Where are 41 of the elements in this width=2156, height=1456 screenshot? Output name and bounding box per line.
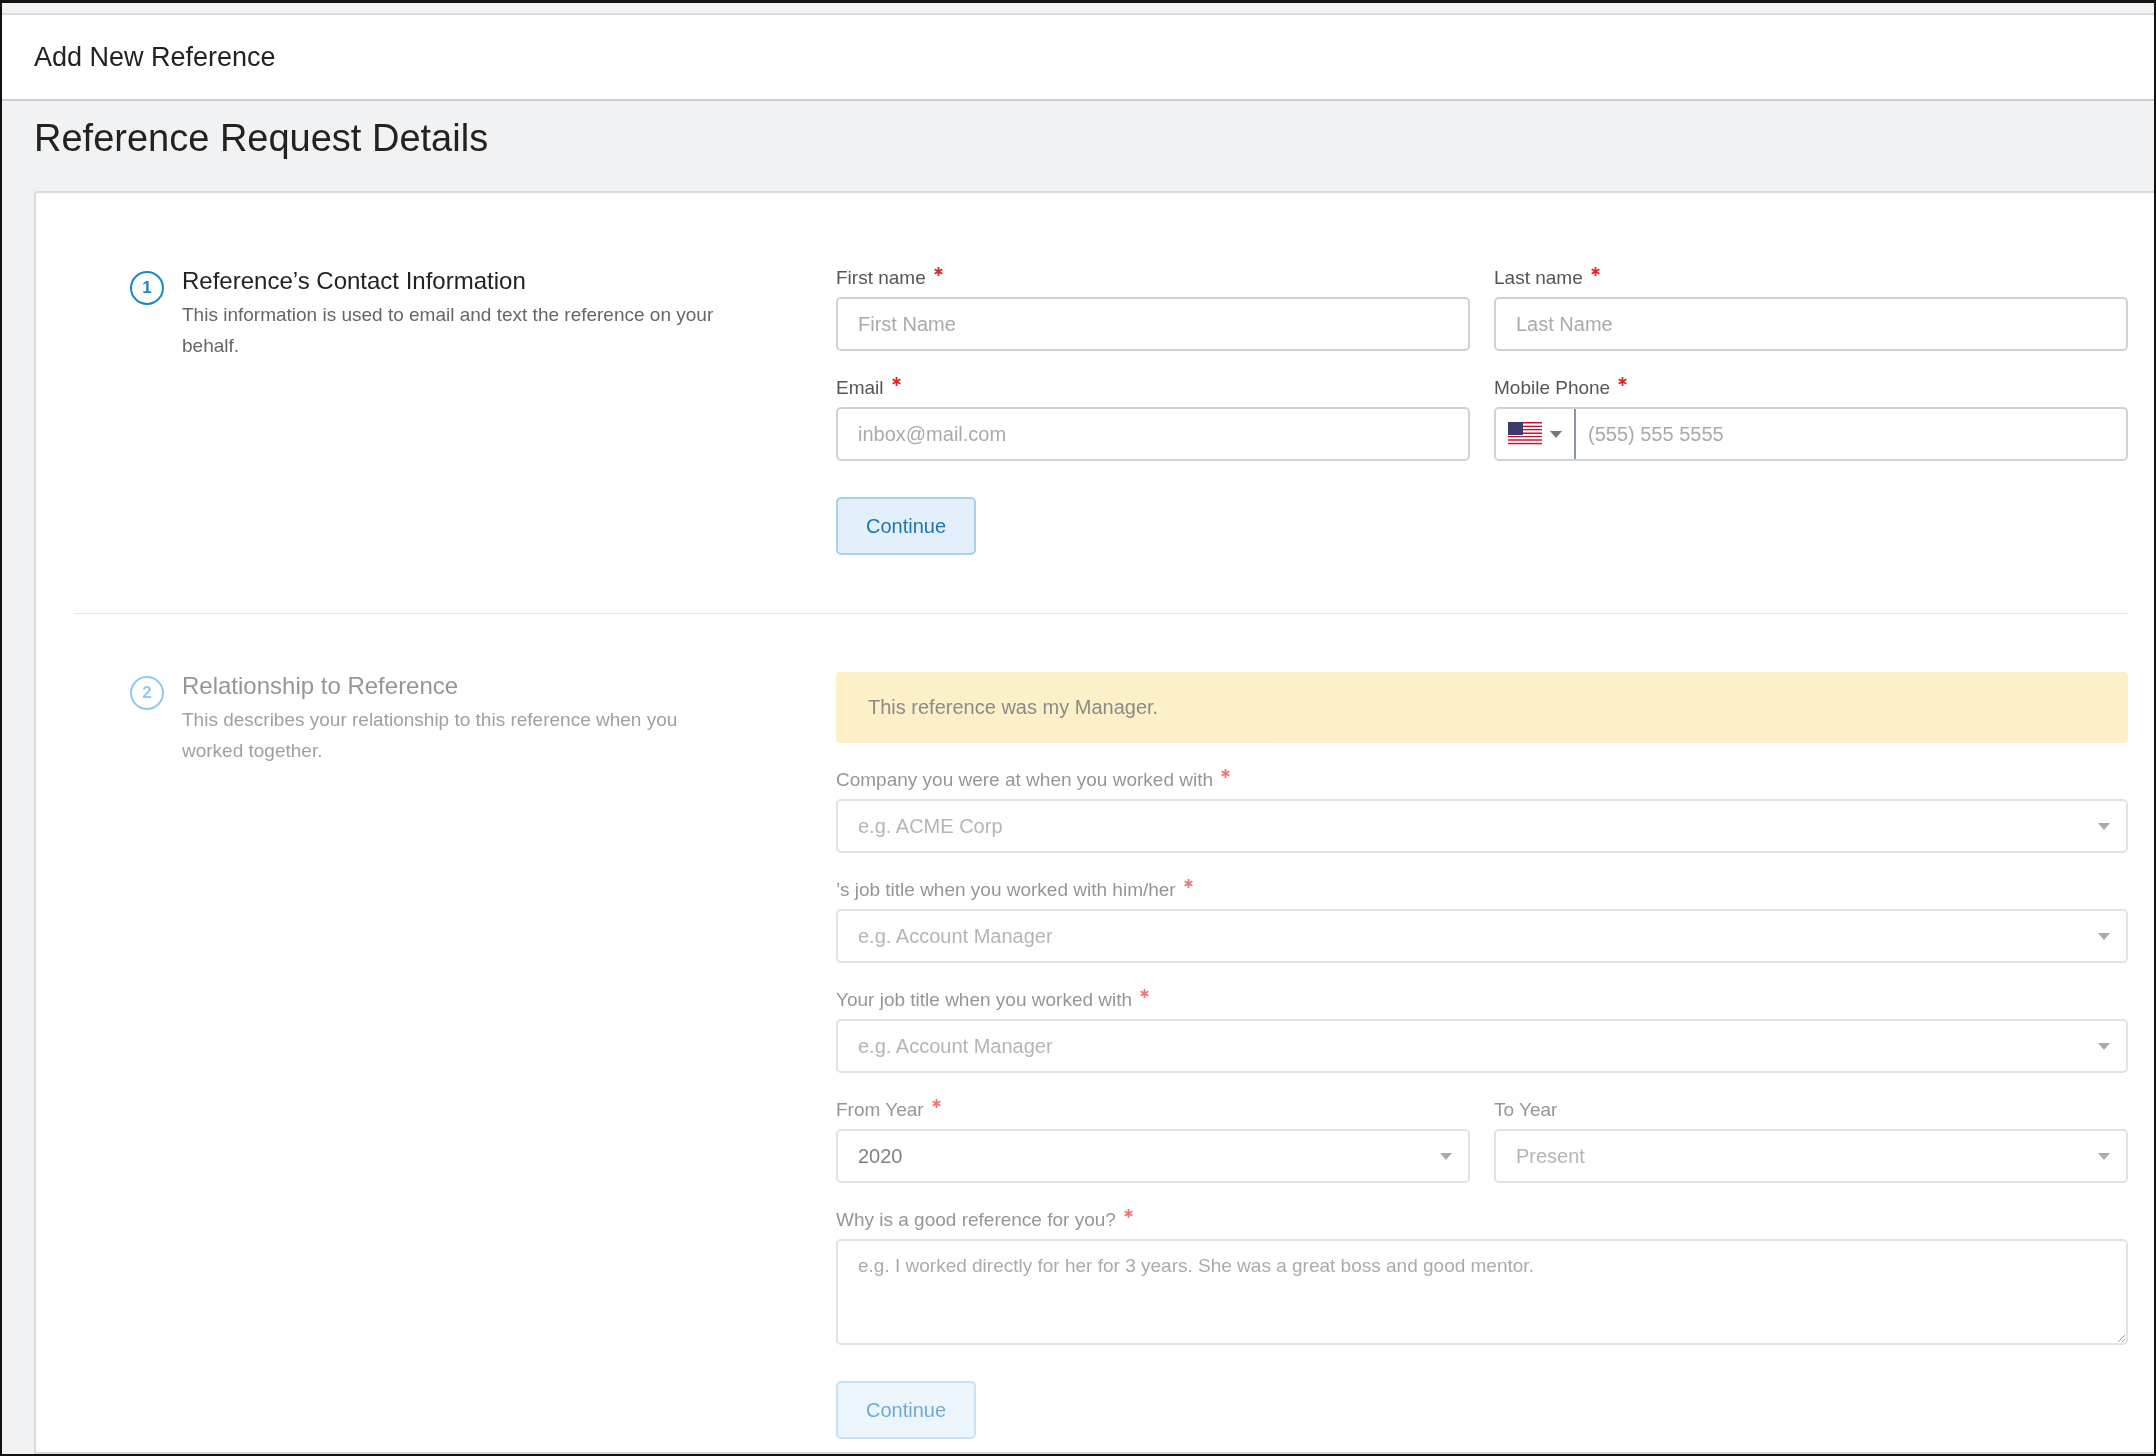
- field-label: Last name: [1494, 267, 1583, 289]
- required-icon: [1590, 267, 1600, 276]
- text-field[interactable]: inbox@mail.com: [836, 407, 1470, 461]
- section-description: This describes your relationship to this reference when you worked together.: [182, 708, 679, 763]
- caret-icon: [2098, 932, 2110, 940]
- field-label: Email: [836, 377, 884, 399]
- required-icon: [931, 1099, 941, 1108]
- header-title: Add New Reference: [34, 41, 276, 73]
- field-label: First name: [836, 267, 926, 289]
- step-number: 1: [130, 271, 164, 305]
- section-description: This information is used to email and text the reference on your behalf.: [182, 303, 715, 358]
- caret-icon: [1550, 430, 1562, 438]
- field-label: Company you were at when you worked with: [836, 769, 1214, 791]
- section-title: Relationship to Reference: [182, 672, 460, 700]
- field-label: ’s job title when you worked with him/her: [836, 879, 1176, 901]
- field-label: Your job title when you worked with: [836, 989, 1133, 1011]
- required-icon: [933, 267, 943, 276]
- field-label: From Year: [836, 1099, 924, 1121]
- field-label: Why is a good reference for you?: [836, 1209, 1116, 1231]
- step-number: 2: [130, 676, 164, 710]
- required-icon: [1618, 377, 1628, 386]
- required-icon: [1140, 989, 1150, 998]
- required-icon: [1221, 769, 1231, 778]
- caret-icon: [1440, 1152, 1452, 1160]
- required-icon: [1123, 1209, 1133, 1218]
- caret-icon: [2098, 1042, 2110, 1050]
- info-banner: This reference was my Manager.: [836, 672, 2128, 743]
- section-title: Reference’s Contact Information: [182, 267, 527, 295]
- required-icon: [891, 377, 901, 386]
- phone-field[interactable]: (555) 555 5555: [1494, 407, 2128, 461]
- text-field[interactable]: Last Name: [1494, 297, 2128, 351]
- page-title: Reference Request Details: [33, 116, 490, 161]
- caret-icon: [2098, 1152, 2110, 1160]
- text-field[interactable]: First Name: [836, 297, 1470, 351]
- caret-icon: [2098, 822, 2110, 830]
- field-label: To Year: [1494, 1099, 1558, 1121]
- required-icon: [1183, 879, 1193, 888]
- continue-button[interactable]: Continue: [836, 497, 977, 555]
- flag-icon: [1508, 422, 1542, 446]
- phone-number-input[interactable]: (555) 555 5555: [1576, 409, 2126, 459]
- field-label: Mobile Phone: [1494, 377, 1611, 399]
